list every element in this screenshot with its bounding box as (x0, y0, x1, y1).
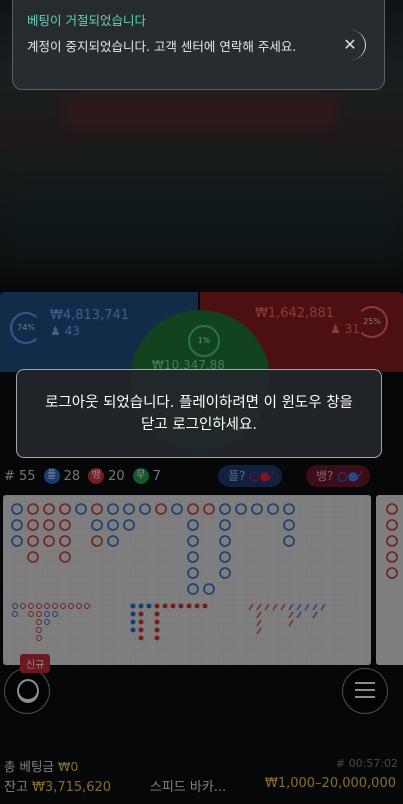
menu-button[interactable] (342, 668, 388, 714)
player-predict-button[interactable]: 플? ○●⁄ (218, 465, 283, 487)
chip-button[interactable] (4, 668, 50, 714)
banker-wins: 20 (108, 468, 125, 484)
total-bet-value: ₩0 (57, 759, 79, 774)
player-percent: 74% (10, 312, 42, 344)
video-blur (0, 150, 403, 270)
close-icon[interactable]: ✕ (335, 30, 366, 60)
tie-percent: 1% (188, 325, 220, 357)
logout-message: 로그아웃 되었습니다. 플레이하려면 이 윈도우 창을 닫고 로그인하세요. (45, 394, 353, 433)
total-bet-line: 총 베팅금 ₩0 # 00:57:02 (4, 756, 402, 775)
banker-amount: ₩1,642,881 (255, 306, 335, 321)
balance-line: 잔고 ₩3,715,620 스피드 바카... ₩1,000–20,000,00… (4, 776, 402, 795)
roadmap[interactable] (3, 495, 371, 665)
player-amount: ₩4,813,741 (50, 308, 130, 323)
logout-dialog: 로그아웃 되었습니다. 플레이하려면 이 윈도우 창을 닫고 로그인하세요. (16, 369, 382, 458)
banker-predict-button[interactable]: 뱅? ○●⁄ (306, 465, 371, 487)
banker-percent: 25% (356, 306, 388, 338)
banker-chip: 뱅 (88, 468, 105, 484)
player-count-value: 43 (64, 324, 80, 338)
player-count: ♟ 43 (50, 324, 80, 338)
video-blur (60, 90, 340, 130)
menu-icon (355, 682, 375, 703)
balance-value: ₩3,715,620 (32, 780, 112, 795)
player-wins: 28 (63, 468, 81, 484)
total-bet-label: 총 베팅금 (4, 759, 54, 774)
tie-chip: 무 (132, 468, 149, 484)
table-name: 스피드 바카... (149, 780, 227, 795)
tie-wins: 7 (152, 468, 161, 484)
roadmap-side-marks (386, 503, 398, 579)
table-limits: ₩1,000–20,000,000 (264, 776, 396, 791)
roadmap-grid (3, 495, 371, 665)
chip-icon (17, 679, 39, 703)
bet-rejected-notification: 베팅이 거절되었습니다 계정이 중지되었습니다. 고객 센터에 연락해 주세요.… (12, 0, 385, 90)
notification-message: 계정이 중지되었습니다. 고객 센터에 연락해 주세요. (27, 39, 297, 54)
roadmap-side[interactable] (376, 495, 403, 665)
player-predict-label: 플? (228, 469, 246, 483)
total-rounds: # 55 (4, 468, 36, 484)
banker-predict-label: 뱅? (316, 469, 334, 483)
player-chip: 플 (43, 468, 60, 484)
balance-label: 잔고 (4, 780, 28, 795)
round-id: # 00:57:02 (335, 757, 398, 770)
notification-title: 베팅이 거절되었습니다 (27, 13, 146, 28)
new-badge: 신규 (20, 654, 51, 673)
banker-count-value: 31 (344, 322, 360, 336)
banker-count: ♟ 31 (330, 322, 360, 336)
